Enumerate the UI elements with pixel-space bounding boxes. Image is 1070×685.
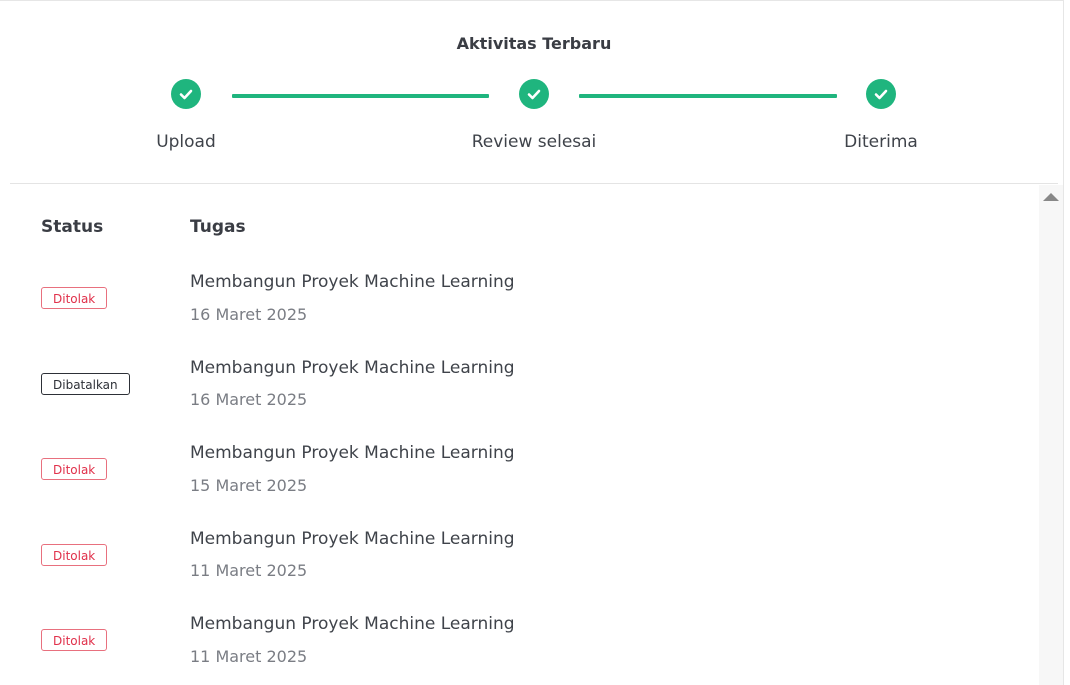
status-badge: Ditolak (41, 458, 108, 480)
status-badge: Ditolak (41, 544, 108, 566)
divider (10, 183, 1058, 184)
task-date: 15 Maret 2025 (190, 476, 308, 495)
step-label-accepted: Diterima (844, 132, 918, 152)
scrollbar[interactable] (1039, 185, 1063, 685)
recent-activity-panel: Aktivitas Terbaru Upload Review selesai … (0, 0, 1064, 685)
status-badge: Dibatalkan (41, 373, 130, 395)
step-accepted-check-icon (866, 79, 896, 109)
task-title[interactable]: Membangun Proyek Machine Learning (190, 358, 515, 378)
step-label-upload: Upload (156, 132, 216, 152)
task-title[interactable]: Membangun Proyek Machine Learning (190, 272, 515, 292)
table-row[interactable]: Dibatalkan Membangun Proyek Machine Lear… (0, 357, 1040, 443)
task-title[interactable]: Membangun Proyek Machine Learning (190, 443, 515, 463)
column-header-task: Tugas (190, 217, 246, 237)
table-row[interactable]: Ditolak Membangun Proyek Machine Learnin… (0, 613, 1040, 685)
step-connector (579, 94, 837, 98)
task-date: 11 Maret 2025 (190, 647, 308, 666)
task-date: 16 Maret 2025 (190, 305, 308, 324)
task-title[interactable]: Membangun Proyek Machine Learning (190, 614, 515, 634)
table-row[interactable]: Ditolak Membangun Proyek Machine Learnin… (0, 271, 1040, 357)
status-badge: Ditolak (41, 629, 108, 651)
task-date: 11 Maret 2025 (190, 561, 308, 580)
column-header-status: Status (41, 217, 104, 237)
step-review-check-icon (519, 79, 549, 109)
status-badge: Ditolak (41, 287, 108, 309)
task-date: 16 Maret 2025 (190, 390, 308, 409)
panel-title: Aktivitas Terbaru (456, 34, 612, 53)
step-upload-check-icon (171, 79, 201, 109)
task-title[interactable]: Membangun Proyek Machine Learning (190, 529, 515, 549)
scroll-up-arrow-icon[interactable] (1043, 193, 1059, 201)
step-connector (232, 94, 489, 98)
table-row[interactable]: Ditolak Membangun Proyek Machine Learnin… (0, 528, 1040, 614)
table-row[interactable]: Ditolak Membangun Proyek Machine Learnin… (0, 442, 1040, 528)
step-label-review: Review selesai (471, 132, 597, 152)
